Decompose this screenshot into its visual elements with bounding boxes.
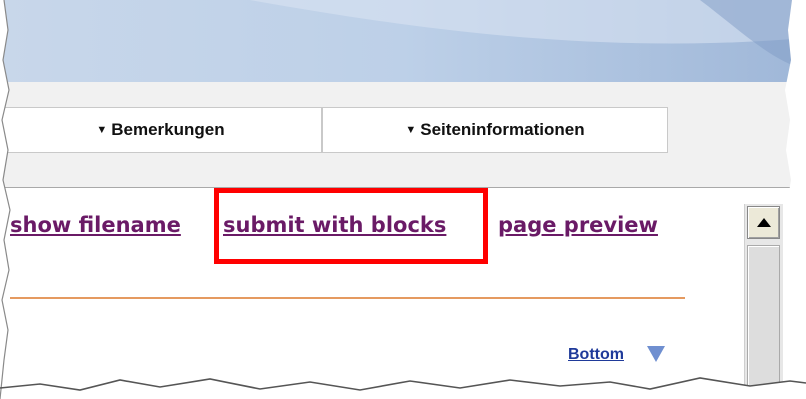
horizontal-rule (10, 297, 685, 299)
tab-seiteninformationen[interactable]: ▼ Seiteninformationen (322, 107, 668, 153)
arrow-up-icon (757, 218, 771, 227)
page-preview-link[interactable]: page preview (498, 213, 658, 237)
tab-label: Bemerkungen (111, 120, 225, 139)
triangle-down-icon: ▼ (96, 124, 108, 136)
bottom-link[interactable]: Bottom (568, 346, 624, 364)
triangle-down-icon: ▼ (405, 124, 417, 136)
highlight-box (214, 188, 488, 264)
scroll-thumb[interactable] (747, 245, 780, 399)
arrow-down-icon[interactable] (647, 346, 665, 362)
tab-bemerkungen[interactable]: ▼ Bemerkungen (0, 107, 322, 153)
show-filename-link[interactable]: show filename (10, 213, 181, 237)
scroll-up-button[interactable] (747, 206, 780, 239)
tab-label: Seiteninformationen (420, 120, 585, 139)
banner-decoration (250, 0, 806, 70)
